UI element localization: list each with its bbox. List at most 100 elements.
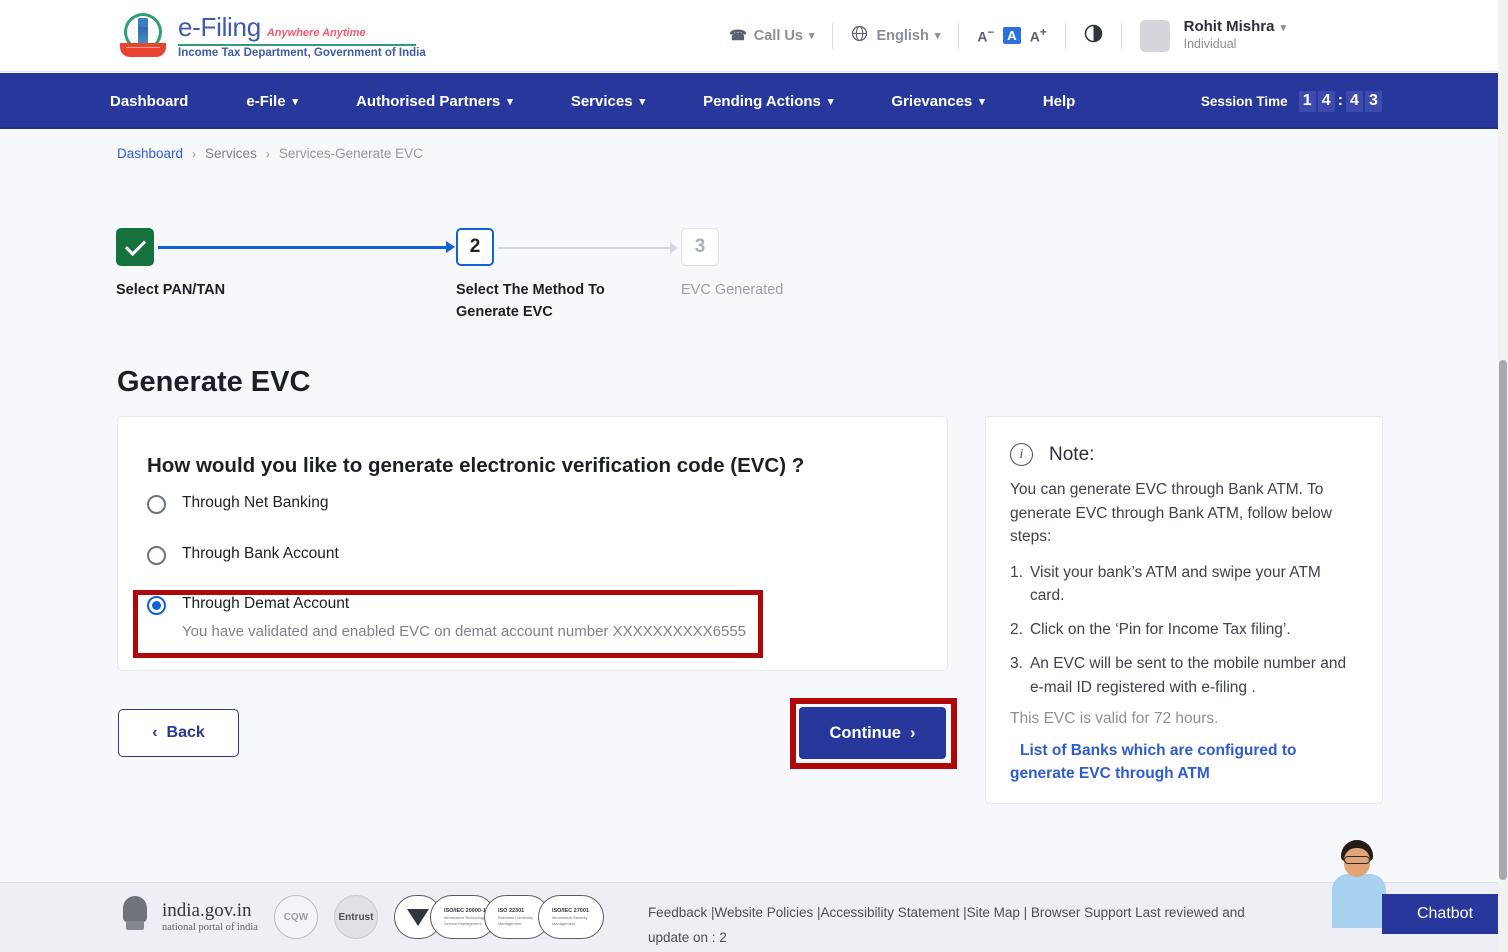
note-step-text: Visit your bank’s ATM and swipe your ATM… bbox=[1029, 563, 1321, 604]
call-us-label: Call Us bbox=[753, 27, 803, 44]
note-validity: This EVC is valid for 72 hours. bbox=[1010, 709, 1219, 727]
note-title: Note: bbox=[1049, 443, 1095, 465]
nav-item-help[interactable]: Help bbox=[1043, 93, 1076, 110]
chevron-down-icon: ▾ bbox=[979, 95, 985, 108]
divider bbox=[1120, 22, 1122, 49]
entrust-seal-icon: Entrust bbox=[333, 895, 378, 939]
brand-subtitle: Income Tax Department, Government of Ind… bbox=[178, 47, 426, 59]
breadcrumb-item-current: Services-Generate EVC bbox=[278, 146, 423, 161]
footer-logos: india.gov.in national portal of india CQ… bbox=[120, 895, 604, 939]
radio-net-banking[interactable] bbox=[147, 495, 166, 514]
avatar bbox=[1139, 19, 1170, 52]
chevron-right-icon: › bbox=[192, 146, 197, 161]
divider bbox=[958, 22, 960, 49]
iso-certification-badges: ISO/IEC 20000-1 Information Technology S… bbox=[393, 895, 604, 939]
back-button-label: Back bbox=[166, 724, 205, 741]
note-steps: 1. Visit your bank’s ATM and swipe your … bbox=[1010, 561, 1358, 699]
nav-item-pending-actions[interactable]: Pending Actions ▾ bbox=[703, 93, 833, 110]
chevron-right-icon: › bbox=[265, 146, 270, 161]
step-2-indicator: 2 bbox=[456, 228, 494, 266]
breadcrumb-item-services[interactable]: Services bbox=[205, 146, 257, 161]
radio-demat-account[interactable] bbox=[147, 596, 166, 615]
chatbot-widget[interactable]: Chatbot bbox=[1330, 838, 1508, 952]
page-footer: india.gov.in national portal of india CQ… bbox=[0, 882, 1498, 952]
option-sublabel: You have validated and enabled EVC on de… bbox=[182, 622, 747, 640]
note-step-text: An EVC will be sent to the mobile number… bbox=[1029, 655, 1347, 696]
top-header: e-Filing Anywhere Anytime Income Tax Dep… bbox=[0, 0, 1498, 72]
header-utilities: ☎ Call Us ▾ English ▾ A− A A+ Rohit Mish… bbox=[729, 18, 1286, 52]
note-header: i Note: bbox=[1010, 443, 1358, 466]
iso-desc: Information Security Management bbox=[551, 915, 588, 926]
progress-stepper: 2 3 Select PAN/TAN Select The Method To … bbox=[116, 228, 783, 328]
step-1-label: Select PAN/TAN bbox=[116, 282, 226, 298]
font-normal-button[interactable]: A bbox=[1003, 27, 1021, 44]
nav-items: Dashboard e-File ▾ Authorised Partners ▾ S… bbox=[110, 93, 1133, 110]
step-connector bbox=[158, 246, 450, 249]
session-timer: Session Time 1 4 : 4 3 bbox=[1200, 90, 1383, 112]
language-menu[interactable]: English ▾ bbox=[851, 25, 940, 46]
evc-question: How would you like to generate electroni… bbox=[147, 454, 805, 477]
user-name: Rohit Mishra ▾ bbox=[1183, 18, 1286, 36]
chevron-down-icon: ▾ bbox=[934, 30, 941, 42]
nav-item-services[interactable]: Services ▾ bbox=[571, 93, 645, 110]
chevron-down-icon: ▾ bbox=[292, 95, 299, 108]
iso-badge: ISO/IEC 27001 Information Security Manag… bbox=[537, 895, 604, 939]
india-gov-title: india.gov.in bbox=[162, 900, 252, 922]
breadcrumb-item-dashboard[interactable]: Dashboard bbox=[117, 146, 183, 161]
main-navigation: Dashboard e-File ▾ Authorised Partners ▾ S… bbox=[0, 73, 1498, 129]
scrollbar-thumb[interactable] bbox=[1499, 360, 1507, 880]
note-step: 3. An EVC will be sent to the mobile num… bbox=[1010, 652, 1358, 699]
cqw-seal-icon: CQW bbox=[273, 895, 318, 939]
page-root: e-Filing Anywhere Anytime Income Tax Dep… bbox=[0, 0, 1508, 952]
option-bank-account[interactable]: Through Bank Account bbox=[147, 545, 339, 565]
brand-tagline: Anywhere Anytime bbox=[266, 27, 366, 39]
footer-links-line1[interactable]: Feedback |Website Policies |Accessibilit… bbox=[648, 901, 1288, 951]
option-label: Through Bank Account bbox=[182, 545, 339, 562]
option-demat-account[interactable]: Through Demat Account You have validated… bbox=[147, 595, 746, 640]
india-gov-subtitle: national portal of india bbox=[162, 921, 258, 933]
option-label: Through Net Banking bbox=[182, 494, 329, 511]
brand-logo[interactable]: e-Filing Anywhere Anytime Income Tax Dep… bbox=[118, 11, 426, 61]
step-1-indicator bbox=[116, 228, 154, 266]
chevron-down-icon: ▾ bbox=[827, 95, 834, 108]
footer-links: Feedback |Website Policies |Accessibilit… bbox=[648, 901, 1288, 952]
india-gov-logo[interactable]: india.gov.in national portal of india bbox=[162, 900, 258, 934]
font-increase-button[interactable]: A+ bbox=[1030, 26, 1047, 45]
font-decrease-button[interactable]: A− bbox=[977, 26, 994, 45]
option-net-banking[interactable]: Through Net Banking bbox=[147, 494, 328, 514]
session-digit: 3 bbox=[1365, 90, 1382, 112]
arrow-icon bbox=[670, 242, 678, 254]
call-us-menu[interactable]: ☎ Call Us ▾ bbox=[729, 27, 814, 44]
nav-item-dashboard[interactable]: Dashboard bbox=[110, 93, 188, 110]
user-menu[interactable]: Rohit Mishra ▾ Individual bbox=[1139, 18, 1286, 52]
chevron-down-icon: ▾ bbox=[1280, 22, 1286, 35]
note-step-text: Click on the ‘Pin for Income Tax filing’… bbox=[1029, 621, 1291, 639]
note-step-number: 2. bbox=[1010, 621, 1023, 639]
phone-icon: ☎ bbox=[729, 27, 747, 43]
bank-list-link[interactable]: List of Banks which are configured to ge… bbox=[1010, 739, 1358, 786]
nav-item-efile[interactable]: e-File ▾ bbox=[246, 93, 298, 110]
note-step: 2. Click on the ‘Pin for Income Tax fili… bbox=[1010, 618, 1358, 641]
nav-item-authorised-partners[interactable]: Authorised Partners ▾ bbox=[356, 93, 513, 110]
step-connector bbox=[498, 247, 676, 249]
chevron-right-icon: › bbox=[910, 723, 916, 742]
india-emblem-icon bbox=[118, 11, 168, 61]
continue-button[interactable]: Continue › bbox=[799, 707, 946, 759]
info-icon: i bbox=[1010, 443, 1033, 466]
chevron-down-icon: ▾ bbox=[507, 95, 513, 108]
breadcrumb: Dashboard › Services › Services-Generate… bbox=[117, 146, 423, 161]
user-role: Individual bbox=[1183, 37, 1237, 52]
contrast-toggle-icon[interactable] bbox=[1084, 24, 1103, 48]
chevron-down-icon: ▾ bbox=[808, 30, 815, 42]
session-colon: : bbox=[1337, 92, 1343, 109]
evc-method-card: How would you like to generate electroni… bbox=[117, 416, 948, 671]
font-size-controls: A− A A+ bbox=[977, 26, 1046, 45]
brand-name: e-Filing bbox=[178, 12, 261, 42]
session-digit: 4 bbox=[1346, 90, 1363, 112]
session-timer-label: Session Time bbox=[1200, 93, 1288, 109]
back-button[interactable]: ‹ Back bbox=[118, 709, 239, 757]
step-3-indicator: 3 bbox=[681, 228, 719, 266]
nav-item-grievances[interactable]: Grievances ▾ bbox=[891, 93, 984, 110]
chatbot-button[interactable]: Chatbot bbox=[1382, 894, 1508, 934]
radio-bank-account[interactable] bbox=[147, 546, 166, 565]
